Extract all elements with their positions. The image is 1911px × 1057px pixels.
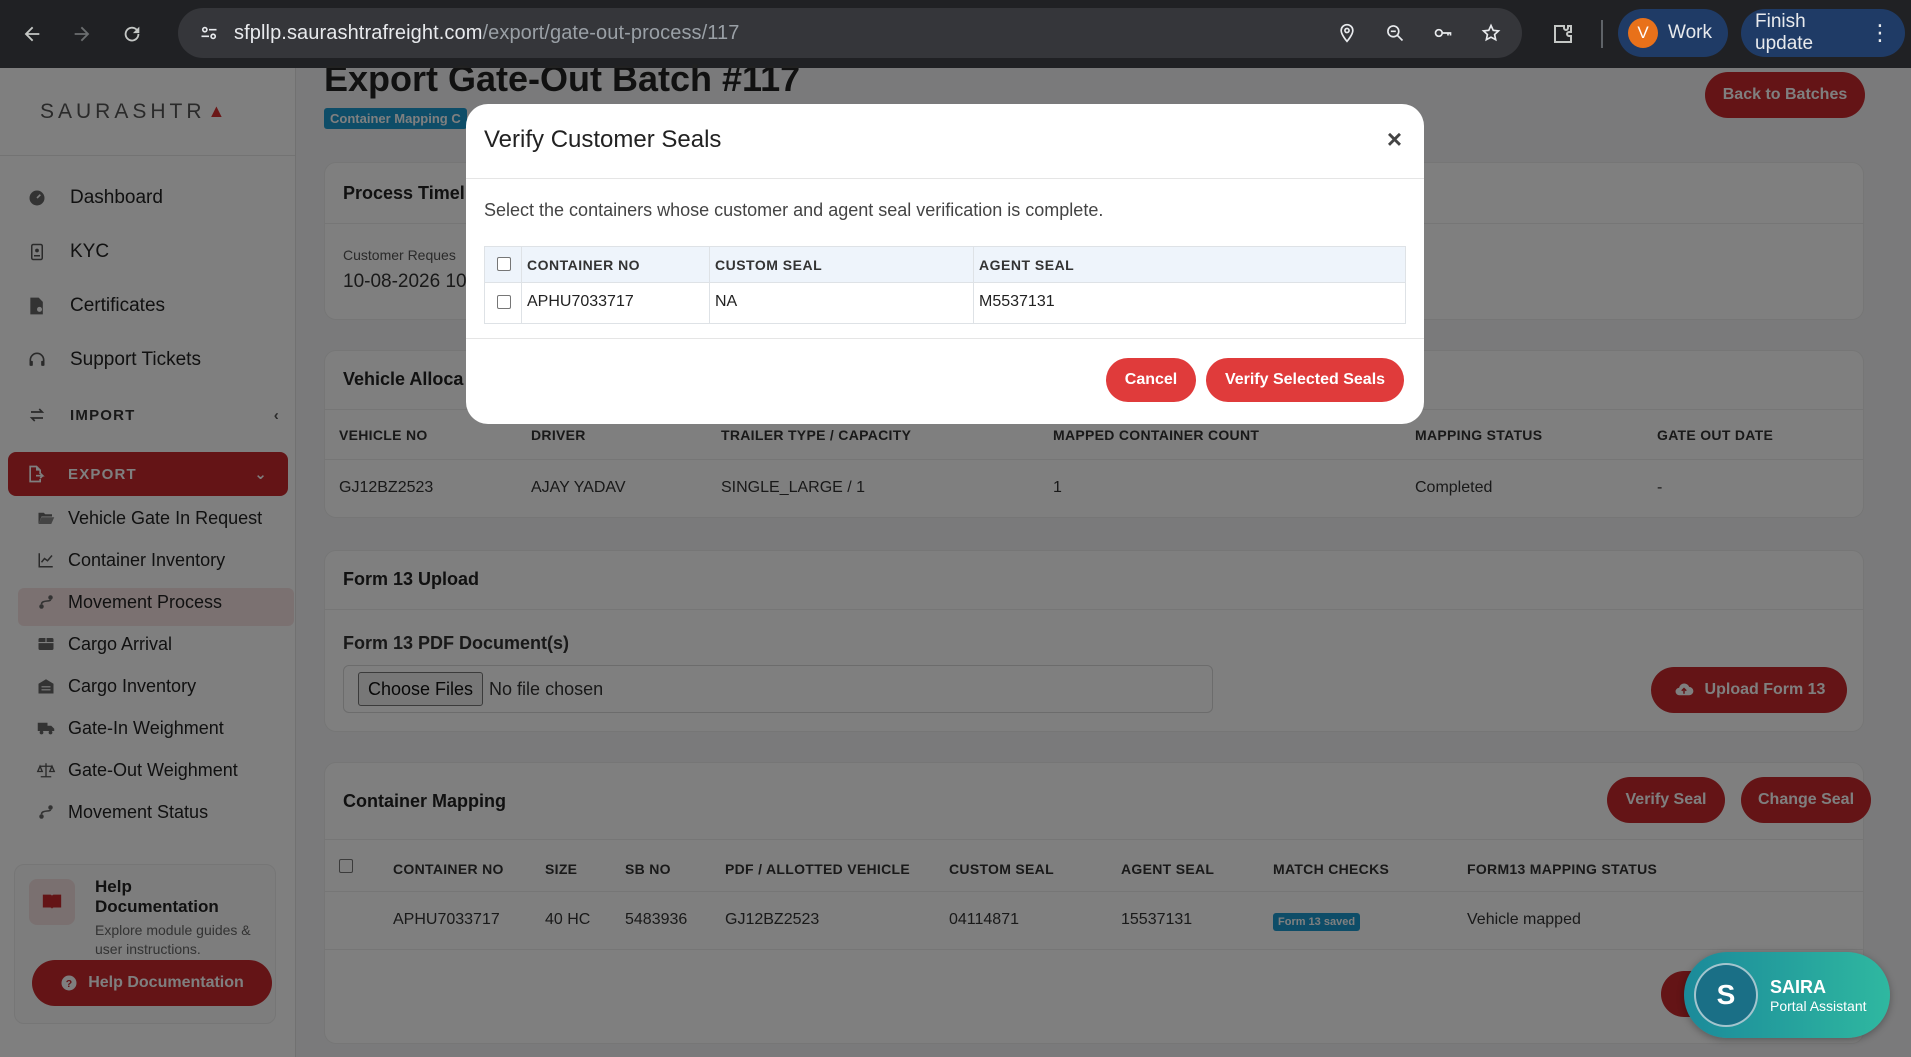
column-divider (973, 247, 974, 323)
site-info-icon[interactable] (196, 20, 222, 46)
row-checkbox[interactable] (497, 295, 511, 309)
toolbar-divider (1601, 20, 1603, 48)
finish-update-label: Finish update (1755, 11, 1814, 54)
zoom-icon[interactable] (1382, 20, 1408, 46)
profile-label: Work (1668, 22, 1712, 43)
close-icon[interactable]: × (1387, 124, 1402, 155)
seals-table: CONTAINER NO CUSTOM SEAL AGENT SEAL APHU… (484, 246, 1406, 324)
table-cell: APHU7033717 (527, 293, 634, 310)
profile-avatar: V (1628, 18, 1658, 48)
finish-update-button[interactable]: Finish update ⋮ (1741, 9, 1905, 57)
modal-divider (466, 178, 1424, 179)
browser-toolbar: sfpllp.saurashtrafreight.com/export/gate… (0, 0, 1911, 68)
extensions-puzzle-icon[interactable] (1547, 18, 1579, 50)
url-text: sfpllp.saurashtrafreight.com/export/gate… (234, 21, 740, 44)
select-all-seals-checkbox[interactable] (497, 257, 511, 271)
bookmark-star-icon[interactable] (1478, 20, 1504, 46)
modal-title: Verify Customer Seals (484, 126, 722, 153)
column-divider (521, 247, 522, 323)
reload-icon[interactable] (114, 16, 150, 52)
forward-arrow-icon[interactable] (64, 16, 100, 52)
verify-selected-seals-button[interactable]: Verify Selected Seals (1206, 358, 1404, 402)
assistant-label: SAIRA Portal Assistant (1770, 977, 1867, 1014)
verify-customer-seals-modal: Verify Customer Seals × Select the conta… (466, 104, 1424, 424)
password-key-icon[interactable] (1430, 20, 1456, 46)
column-header: CONTAINER NO (527, 257, 641, 273)
column-header: AGENT SEAL (979, 257, 1075, 273)
modal-description: Select the containers whose customer and… (484, 200, 1104, 220)
column-divider (709, 247, 710, 323)
address-bar[interactable]: sfpllp.saurashtrafreight.com/export/gate… (178, 8, 1522, 58)
assistant-subtitle: Portal Assistant (1770, 997, 1867, 1014)
modal-divider (466, 338, 1424, 339)
column-header: CUSTOM SEAL (715, 257, 823, 273)
back-arrow-icon[interactable] (14, 16, 50, 52)
assistant-name: SAIRA (1770, 976, 1827, 997)
table-cell: M5537131 (979, 293, 1055, 310)
more-vert-icon[interactable]: ⋮ (1869, 20, 1891, 46)
table-cell: NA (715, 293, 738, 310)
cancel-button[interactable]: Cancel (1106, 358, 1196, 402)
profile-button[interactable]: V Work (1618, 9, 1728, 57)
location-icon[interactable] (1334, 20, 1360, 46)
assistant-avatar: S (1694, 963, 1758, 1027)
portal-assistant-widget[interactable]: S SAIRA Portal Assistant (1684, 952, 1890, 1038)
